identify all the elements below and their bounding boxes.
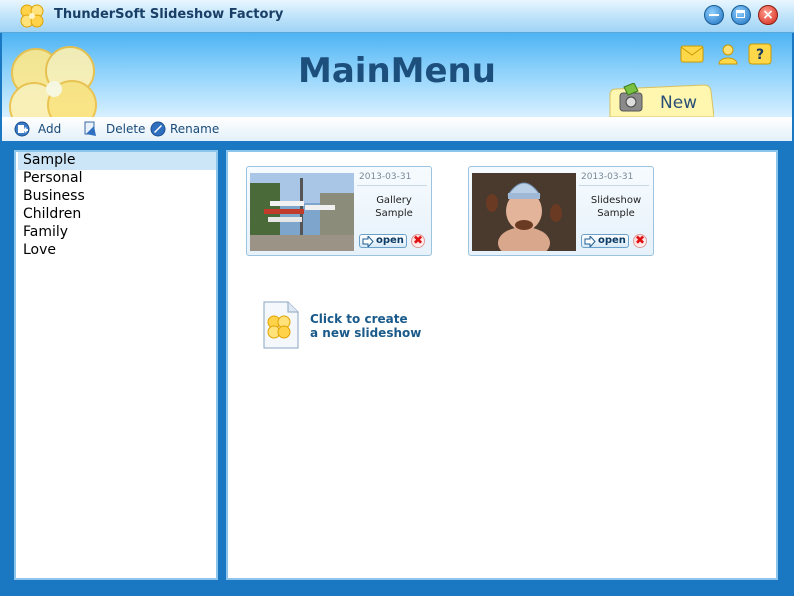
rename-label: Rename bbox=[170, 122, 220, 136]
help-icon[interactable]: ? bbox=[748, 43, 772, 65]
slideshow-date: 2013-03-31 bbox=[359, 172, 412, 182]
category-label: Sample bbox=[23, 152, 76, 168]
add-label: Add bbox=[38, 122, 62, 136]
slideshow-thumbnail[interactable] bbox=[472, 173, 576, 251]
delete-label: Delete bbox=[106, 122, 146, 136]
slideshow-name-line1: Gallery bbox=[376, 195, 412, 206]
delete-icon bbox=[84, 121, 96, 136]
slideshow-date: 2013-03-31 bbox=[581, 172, 634, 182]
category-label: Personal bbox=[23, 170, 83, 186]
main-header: MainMenu ? New bbox=[2, 33, 792, 123]
category-love[interactable]: Love bbox=[18, 242, 216, 260]
open-label: open bbox=[598, 235, 626, 246]
new-slideshow-tab[interactable]: New bbox=[608, 83, 714, 117]
app-window: ThunderSoft Slideshow Factory × MainMenu bbox=[0, 0, 794, 596]
message-icon[interactable] bbox=[680, 43, 704, 65]
close-button[interactable]: × bbox=[758, 5, 778, 25]
rename-icon bbox=[150, 121, 166, 137]
create-line1: Click to create bbox=[310, 312, 408, 326]
toolbar: Add Delete Rename bbox=[2, 117, 792, 143]
window-title: ThunderSoft Slideshow Factory bbox=[54, 7, 284, 22]
card-divider bbox=[579, 185, 649, 186]
delete-slideshow-button[interactable]: ✖ bbox=[633, 233, 647, 248]
slideshow-name-line2: Sample bbox=[597, 208, 635, 219]
delete-slideshow-button[interactable]: ✖ bbox=[411, 233, 425, 248]
slideshow-name: Gallery Sample bbox=[355, 194, 433, 220]
create-line2: a new slideshow bbox=[310, 326, 422, 340]
slideshow-area: 2013-03-31 Gallery Sample open ✖ 2013-03… bbox=[226, 150, 778, 580]
delete-button[interactable]: Delete bbox=[82, 121, 148, 137]
new-tab-label: New bbox=[660, 93, 698, 113]
delete-x-icon: ✖ bbox=[412, 233, 424, 247]
user-icon[interactable] bbox=[716, 43, 740, 65]
open-button[interactable]: open bbox=[359, 234, 407, 248]
open-button[interactable]: open bbox=[581, 234, 629, 248]
category-label: Business bbox=[23, 188, 85, 204]
category-business[interactable]: Business bbox=[18, 188, 216, 206]
category-list: Sample Personal Business Children Family… bbox=[14, 150, 218, 580]
create-slideshow-link[interactable]: Click to create a new slideshow bbox=[260, 300, 460, 352]
category-label: Love bbox=[23, 242, 57, 258]
new-document-icon bbox=[263, 301, 299, 349]
maximize-icon bbox=[736, 10, 745, 18]
category-personal[interactable]: Personal bbox=[18, 170, 216, 188]
card-divider bbox=[357, 185, 427, 186]
category-label: Children bbox=[23, 206, 82, 222]
arrow-right-icon bbox=[362, 236, 374, 247]
slideshow-card-gallery[interactable]: 2013-03-31 Gallery Sample open ✖ bbox=[246, 166, 432, 256]
title-bar[interactable]: ThunderSoft Slideshow Factory × bbox=[0, 0, 794, 33]
minimize-button[interactable] bbox=[704, 5, 724, 25]
maximize-button[interactable] bbox=[731, 5, 751, 25]
app-logo-icon bbox=[20, 4, 44, 28]
category-family[interactable]: Family bbox=[18, 224, 216, 242]
category-label: Family bbox=[23, 224, 69, 240]
arrow-right-icon bbox=[584, 236, 596, 247]
close-icon: × bbox=[762, 7, 774, 23]
minimize-icon bbox=[709, 14, 719, 16]
slideshow-name: Slideshow Sample bbox=[577, 194, 655, 220]
slideshow-name-line2: Sample bbox=[375, 208, 413, 219]
svg-text:?: ? bbox=[756, 47, 764, 63]
slideshow-card-slideshow[interactable]: 2013-03-31 Slideshow Sample open ✖ bbox=[468, 166, 654, 256]
open-label: open bbox=[376, 235, 404, 246]
add-button[interactable]: Add bbox=[14, 121, 74, 137]
gallery-thumbnail[interactable] bbox=[250, 173, 354, 251]
delete-x-icon: ✖ bbox=[634, 233, 646, 247]
rename-button[interactable]: Rename bbox=[150, 121, 222, 137]
slideshow-name-line1: Slideshow bbox=[590, 195, 642, 206]
create-slideshow-text: Click to create a new slideshow bbox=[310, 312, 421, 340]
category-children[interactable]: Children bbox=[18, 206, 216, 224]
add-icon bbox=[14, 121, 30, 137]
category-sample[interactable]: Sample bbox=[18, 152, 216, 170]
